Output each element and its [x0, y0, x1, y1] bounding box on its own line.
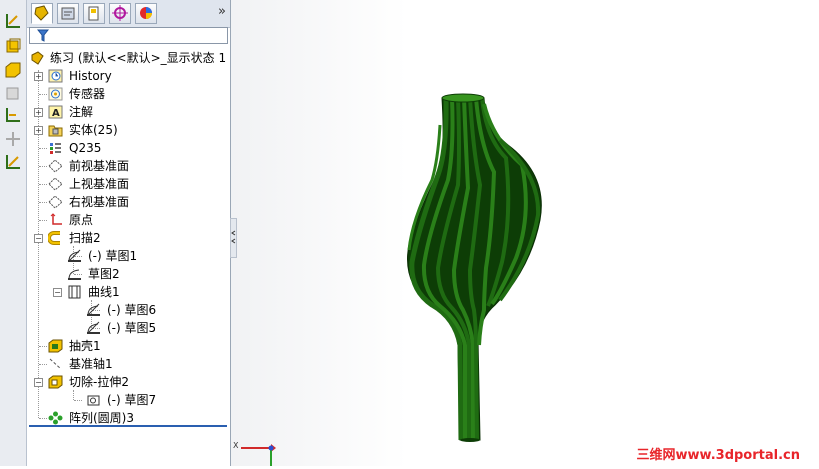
vase-model	[407, 93, 542, 442]
tree-guide-line	[73, 390, 74, 400]
sketch-icon[interactable]	[4, 153, 22, 171]
tree-item-label: (-) 草图1	[88, 249, 138, 263]
tree-item-label: (-) 草图5	[107, 321, 157, 335]
tree-connector	[39, 220, 47, 221]
tree-guide-line	[38, 70, 39, 418]
tree-item-label: (-) 草图7	[107, 393, 157, 407]
svg-text:A: A	[52, 108, 60, 119]
tab-feature-manager[interactable]	[31, 3, 53, 24]
tree-connector	[39, 148, 47, 149]
sketch-icon	[68, 249, 81, 262]
tree-item-label: Q235	[69, 141, 102, 155]
tree-item-label: 原点	[69, 213, 94, 227]
command-strip	[0, 0, 27, 466]
feature-manager-panel: » 练习 (默认<<默认>_显示状态 1 + History 传感器 + A 注…	[27, 0, 231, 466]
axis-triad-icon	[241, 444, 276, 466]
tree-root-label: 练习 (默认<<默认>_显示状态 1	[50, 51, 227, 65]
curve-icon	[68, 285, 81, 299]
more-tabs-button[interactable]: »	[218, 4, 226, 19]
sweep-icon	[48, 231, 60, 245]
tree-item-label: 注解	[69, 105, 94, 119]
rollback-bar[interactable]	[29, 425, 227, 427]
collapse-icon[interactable]: −	[34, 234, 43, 243]
watermark: 三维网www.3dportal.cn	[636, 448, 800, 463]
tree-item-label: History	[69, 69, 112, 83]
tree-item-label: 切除-拉伸2	[69, 375, 129, 389]
plane-icon	[48, 177, 63, 191]
reference-geometry-icon[interactable]	[4, 106, 22, 124]
sensor-icon	[48, 87, 63, 101]
tab-display-manager[interactable]	[135, 3, 157, 24]
tree-item-label: 上视基准面	[69, 177, 130, 191]
sketch-icon	[87, 321, 100, 334]
annotation-icon: A	[48, 105, 63, 119]
tab-dimxpert-manager[interactable]	[109, 3, 131, 24]
feature-tree-icon	[34, 5, 49, 21]
tree-item-label: 抽壳1	[69, 339, 101, 353]
configuration-manager-icon	[88, 6, 99, 21]
tree-item-label: 草图2	[88, 267, 120, 281]
expand-icon[interactable]: +	[34, 108, 43, 117]
tree-item-label: 右视基准面	[69, 195, 130, 209]
sketch-icon	[68, 269, 81, 280]
cut-icon[interactable]	[4, 84, 22, 102]
tab-configuration-manager[interactable]	[83, 3, 105, 24]
tree-item-label: 实体(25)	[69, 123, 118, 137]
tab-property-manager[interactable]	[57, 3, 79, 24]
part-icon	[31, 51, 44, 65]
history-icon	[48, 69, 63, 83]
expand-icon[interactable]: +	[34, 72, 43, 81]
shell-icon	[48, 339, 63, 353]
collapse-arrows-icon	[231, 230, 236, 244]
circular-pattern-icon	[48, 411, 63, 425]
tree-connector	[39, 364, 47, 365]
tree-item-label: 曲线1	[88, 285, 120, 299]
material-icon	[50, 143, 61, 154]
expand-icon[interactable]: +	[34, 126, 43, 135]
sketch-icon	[87, 395, 100, 406]
axis-icon	[49, 358, 62, 370]
tree-connector	[74, 400, 82, 401]
graphics-viewport[interactable]	[231, 0, 819, 466]
tree-connector	[39, 94, 47, 95]
plane-icon	[48, 159, 63, 173]
plane-icon	[48, 195, 63, 209]
tree-connector	[39, 346, 47, 347]
tree-connector	[39, 184, 47, 185]
tree-item-label: 传感器	[69, 87, 106, 101]
solid-bodies-folder-icon	[48, 125, 63, 137]
tree-connector	[39, 418, 47, 419]
reference-triad: X	[231, 438, 281, 466]
extrude-icon[interactable]	[4, 37, 22, 55]
collapse-icon[interactable]: −	[34, 378, 43, 387]
x-axis-label: X	[233, 441, 239, 450]
tree-item-label: 前视基准面	[69, 159, 130, 173]
dimxpert-icon	[112, 5, 128, 21]
boss-icon[interactable]	[4, 61, 22, 79]
tree-connector	[39, 202, 47, 203]
filter-icon	[37, 29, 49, 42]
property-manager-icon	[61, 7, 75, 20]
panel-tabs: »	[27, 0, 230, 28]
sketch-icon	[87, 303, 100, 316]
tree-filter[interactable]	[29, 27, 228, 44]
collapse-icon[interactable]: −	[53, 288, 62, 297]
tree-connector	[39, 166, 47, 167]
cut-extrude-icon	[48, 375, 63, 389]
smart-dimension-icon[interactable]	[4, 12, 22, 30]
display-manager-icon	[140, 7, 152, 19]
tree-item-label: 扫描2	[69, 231, 101, 245]
origin-icon	[50, 213, 62, 225]
tree-item-label: 基准轴1	[69, 357, 113, 371]
panel-splitter-handle[interactable]	[230, 218, 237, 258]
tree-item-label: (-) 草图6	[107, 303, 157, 317]
move-icon[interactable]	[4, 130, 22, 148]
